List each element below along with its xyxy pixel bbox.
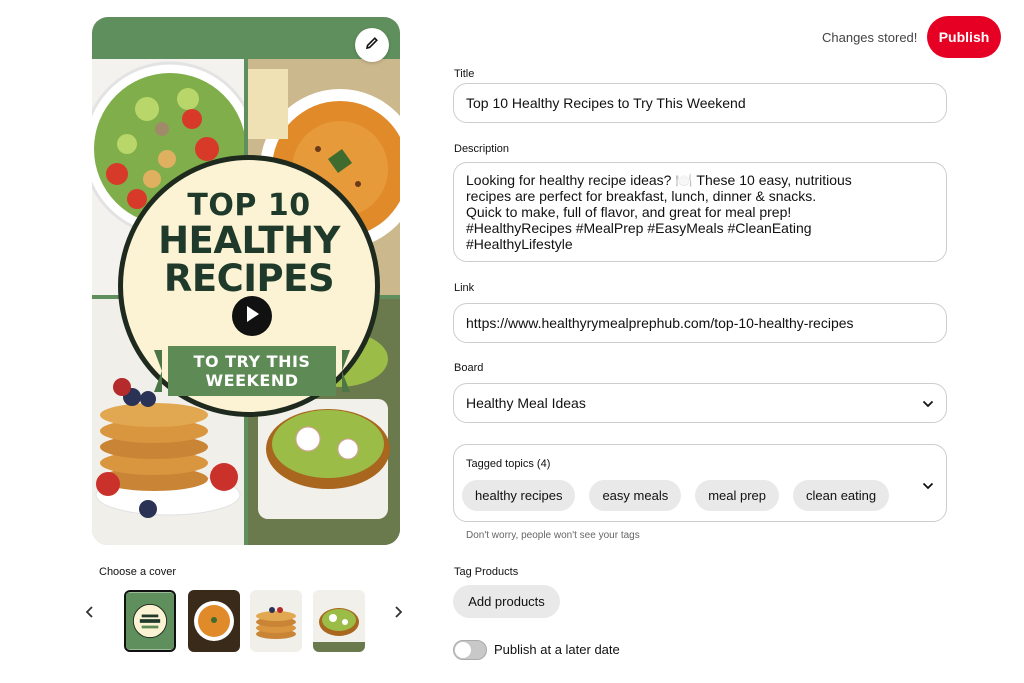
badge-line-2: RECIPES <box>163 257 335 300</box>
choose-cover-label: Choose a cover <box>99 566 177 578</box>
description-label: Description <box>454 143 510 155</box>
edit-pin-button[interactable] <box>355 28 389 62</box>
cover-next-button[interactable] <box>390 604 406 624</box>
tag-chip[interactable]: easy meals <box>589 480 682 511</box>
title-label: Title <box>454 68 475 80</box>
tag-chip[interactable]: clean eating <box>793 480 890 511</box>
cover-thumb-soup[interactable] <box>188 590 240 652</box>
toggle-knob <box>455 642 471 658</box>
link-label: Link <box>454 282 475 294</box>
badge-main-text: HEALTHY RECIPES <box>123 222 375 298</box>
tagged-topics-box[interactable]: Tagged topics (4) healthy recipes easy m… <box>453 444 947 522</box>
schedule-toggle[interactable] <box>453 640 487 660</box>
ribbon-line-1: TO TRY THIS <box>193 352 311 371</box>
tag-chip[interactable]: healthy recipes <box>462 480 576 511</box>
ribbon-banner: TO TRY THIS WEEKEND <box>154 346 350 396</box>
chevron-down-icon <box>922 395 934 411</box>
schedule-label: Publish at a later date <box>494 642 620 657</box>
description-textarea[interactable]: Looking for healthy recipe ideas? 🍽️ The… <box>453 162 947 262</box>
ribbon-line-2: WEEKEND <box>205 371 299 390</box>
description-value: Looking for healthy recipe ideas? 🍽️ The… <box>466 172 852 252</box>
pencil-icon <box>365 36 379 55</box>
link-input[interactable]: https://www.healthyrymealprephub.com/top… <box>453 303 947 343</box>
title-badge: TOP 10 HEALTHY RECIPES TO TRY THIS WEEKE… <box>118 155 380 417</box>
badge-top-text: TOP 10 <box>187 188 311 223</box>
chevron-left-icon <box>85 605 95 624</box>
tags-chevron-down-icon[interactable] <box>922 477 934 493</box>
play-button[interactable] <box>232 296 272 336</box>
cover-thumb-pancakes[interactable] <box>250 590 302 652</box>
board-select[interactable]: Healthy Meal Ideas <box>453 383 947 423</box>
board-value: Healthy Meal Ideas <box>466 395 586 411</box>
chevron-right-icon <box>393 605 403 624</box>
save-status: Changes stored! <box>822 30 918 45</box>
link-value: https://www.healthyrymealprephub.com/top… <box>466 315 854 331</box>
title-input[interactable]: Top 10 Healthy Recipes to Try This Weeke… <box>453 83 947 123</box>
cover-prev-button[interactable] <box>82 604 98 624</box>
add-products-button[interactable]: Add products <box>453 585 560 618</box>
play-icon <box>244 305 260 327</box>
tag-chips: healthy recipes easy meals meal prep cle… <box>462 480 890 511</box>
tags-hint: Don't worry, people won't see your tags <box>466 530 640 541</box>
tagged-topics-label: Tagged topics (4) <box>466 458 551 470</box>
board-label: Board <box>454 362 484 374</box>
tag-chip[interactable]: meal prep <box>695 480 780 511</box>
title-value: Top 10 Healthy Recipes to Try This Weeke… <box>466 95 746 111</box>
cover-thumb-avocado-toast[interactable] <box>313 590 365 652</box>
cover-thumb-title[interactable] <box>124 590 176 652</box>
publish-button[interactable]: Publish <box>927 16 1001 58</box>
tag-products-label: Tag Products <box>454 566 519 578</box>
badge-line-1: HEALTHY <box>158 219 340 262</box>
